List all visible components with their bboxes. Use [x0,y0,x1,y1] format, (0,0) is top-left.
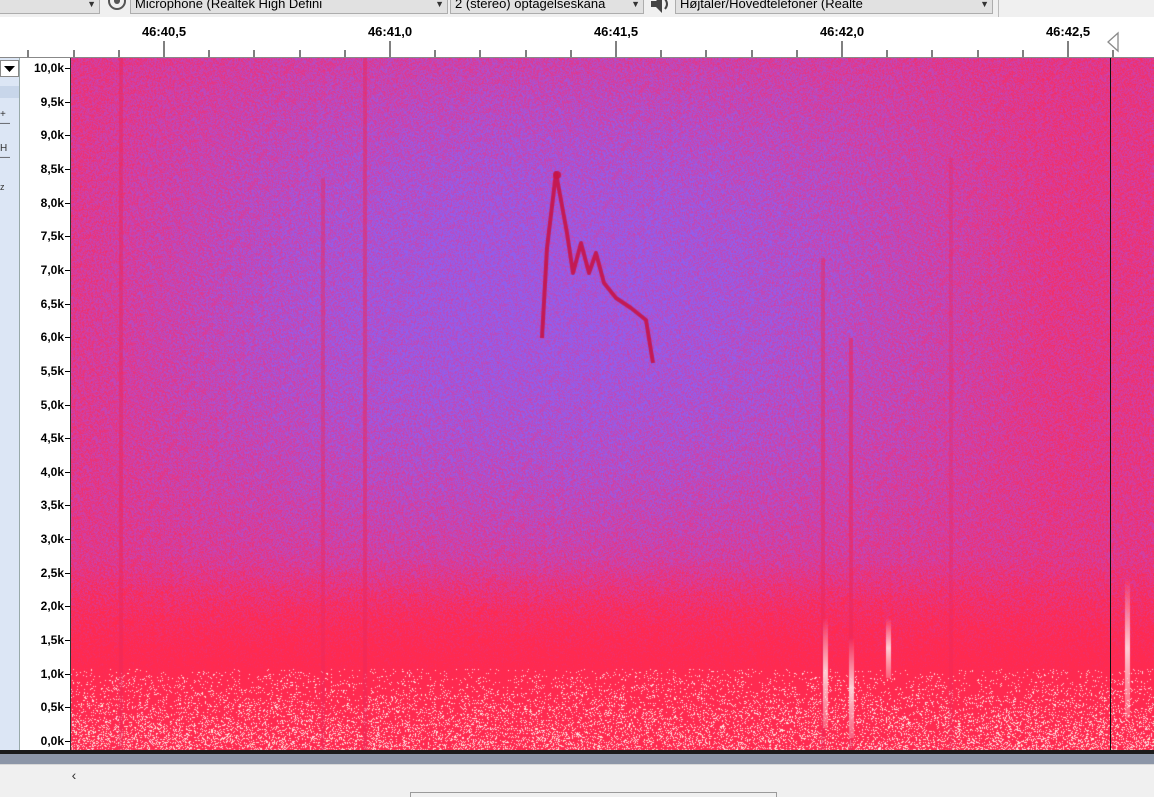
frequency-label: 0,0k [40,734,64,748]
frequency-label: 5,5k [40,363,64,378]
frequency-tick [65,337,70,339]
frequency-tick [65,707,70,709]
horizontal-scrollbar[interactable]: ‹ [0,764,1154,785]
chevron-down-icon: ▼ [631,0,640,9]
spectrogram-view[interactable] [71,58,1154,752]
frequency-label: 4,0k [40,464,64,479]
chevron-down-icon: ▼ [435,0,444,9]
microphone-icon [108,0,126,10]
frequency-tick [65,101,70,103]
frequency-tick [65,370,70,372]
track-control-panel[interactable]: + — H — z [0,58,20,752]
chevron-down-icon: ▼ [87,0,96,9]
timeline-ruler[interactable]: 46:40,5 46:41,0 46:41,5 46:42,0 46:42,5 [0,17,1154,58]
scroll-left-icon[interactable]: ‹ [66,765,82,785]
frequency-label: 3,0k [40,532,64,547]
track-mute-button[interactable] [0,86,19,98]
recording-channels-label: 2 (stereo) optagelseskana [455,0,606,11]
pan-slider[interactable]: H — [0,144,10,163]
frequency-tick [65,236,70,238]
timeline-tick-label: 46:41,0 [367,24,413,39]
timeline-tick-label: 46:42,0 [819,24,865,39]
frequency-tick [65,168,70,170]
track-separator [0,754,1154,764]
timeline-tick-label: 46:42,5 [1045,24,1091,39]
playback-device-select[interactable]: Højtaler/Hovedtelefoner (Realte ▼ [675,0,993,14]
frequency-tick [65,202,70,204]
speaker-icon [651,0,668,13]
frequency-label: 7,5k [40,229,64,244]
frequency-label: 4,5k [40,431,64,446]
frequency-label: 6,0k [40,330,64,345]
frequency-tick [65,539,70,541]
gain-slider[interactable]: + — [0,110,10,129]
track-menu-button[interactable] [0,60,19,77]
chevron-down-icon: ▼ [980,0,989,9]
toolbar-divider [998,0,999,17]
playback-device-label: Højtaler/Hovedtelefoner (Realte [680,0,863,11]
frequency-tick [65,68,70,69]
frequency-label: 1,0k [40,666,64,681]
frequency-tick [65,269,70,271]
frequency-label: 2,0k [40,599,64,614]
dropdown-triangle-icon [4,66,15,72]
recording-channels-select[interactable]: 2 (stereo) optagelseskana ▼ [450,0,644,14]
frequency-ruler[interactable]: 10,0k 9,5k 9,0k 8,5k 8,0k 7,5k 7,0k 6,5k 6,0k 5,5… [20,58,71,752]
frequency-label: 7,0k [40,262,64,277]
edit-cursor [1110,58,1111,752]
timeline-tick-label: 46:41,5 [593,24,639,39]
timeline-tick-label: 46:40,5 [141,24,187,39]
frequency-label: 9,0k [40,128,64,143]
frequency-label: 9,5k [40,94,64,109]
frequency-label: 10,0k [33,61,64,75]
frequency-label: 0,5k [40,700,64,715]
frequency-tick [65,303,70,305]
frequency-tick [65,135,70,137]
recording-device-select[interactable]: Microphone (Realtek High Defini ▼ [130,0,448,14]
recording-device-label: Microphone (Realtek High Defini [135,0,323,11]
frequency-label: 5,0k [40,397,64,412]
frequency-tick [65,471,70,473]
play-head-icon[interactable] [1106,31,1120,53]
frequency-label: 2,5k [40,565,64,580]
device-toolbar: ▼ Microphone (Realtek High Defini ▼ 2 (s… [0,0,1154,18]
collapse-icon[interactable]: z [0,182,8,192]
frequency-label: 3,5k [40,498,64,513]
frequency-label: 8,5k [40,161,64,176]
frequency-tick [65,640,70,642]
frequency-tick [65,572,70,574]
frequency-label: 1,5k [40,633,64,648]
status-bar [0,784,1154,797]
frequency-tick [65,673,70,675]
frequency-label: 8,0k [40,195,64,210]
frequency-label: 6,5k [40,296,64,311]
frequency-tick [65,505,70,507]
frequency-tick [65,438,70,440]
frequency-tick [65,606,70,608]
frequency-tick [65,404,70,406]
spectrogram-canvas[interactable] [71,58,1154,752]
host-select[interactable]: ▼ [0,0,100,14]
frequency-tick [65,741,70,742]
